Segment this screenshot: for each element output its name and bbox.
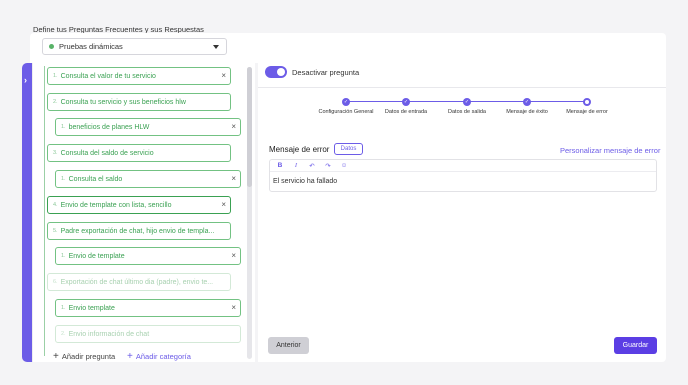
question-item[interactable]: 2. Envio información de chat <box>55 325 241 343</box>
question-number: 1. <box>53 73 58 79</box>
close-icon[interactable]: × <box>231 303 236 312</box>
flow-select[interactable]: Pruebas dinámicas <box>42 38 227 55</box>
question-label: Padre exportación de chat, hijo envio de… <box>60 227 215 235</box>
question-item[interactable]: 4. Envio de template con lista, sencillo × <box>47 196 231 214</box>
step-complete-icon[interactable]: ✓ <box>523 98 531 106</box>
collapse-sidebar-handle[interactable]: › <box>22 63 32 362</box>
step-complete-icon[interactable]: ✓ <box>463 98 471 106</box>
question-item[interactable]: 3. Consulta del saldo de servicio <box>47 144 231 162</box>
close-icon[interactable]: × <box>221 200 226 209</box>
bold-icon[interactable]: B <box>276 162 284 169</box>
stepper-connector <box>346 101 406 102</box>
question-label: Envio información de chat <box>68 330 150 338</box>
question-item[interactable]: 1. Envio template × <box>55 299 241 317</box>
close-icon[interactable]: × <box>231 251 236 260</box>
question-label: Envio template <box>68 304 115 312</box>
save-button[interactable]: Guardar <box>614 337 657 354</box>
chevron-right-icon: › <box>24 75 27 85</box>
header-divider <box>258 87 666 88</box>
question-label: Consulta del saldo de servicio <box>60 149 154 157</box>
question-label: beneficios de planes HLW <box>68 123 150 131</box>
stepper-connector <box>527 101 587 102</box>
question-label: Consulta tu servicio y sus beneficios hl… <box>60 98 186 106</box>
error-message-editor[interactable]: B I ↶ ↷ ☺ El servicio ha fallado <box>269 159 657 192</box>
question-item[interactable]: 1. Envio de template × <box>55 247 241 265</box>
question-number: 1. <box>61 305 66 311</box>
step-label: Datos de entrada <box>384 109 428 115</box>
undo-icon[interactable]: ↶ <box>308 162 316 170</box>
status-dot <box>49 44 54 49</box>
question-item[interactable]: 1. Consulta el saldo × <box>55 170 241 188</box>
question-item[interactable]: 1. Consulta el valor de tu servicio × <box>47 67 231 85</box>
question-number: 2. <box>53 99 58 105</box>
plus-icon: + <box>53 351 59 362</box>
datos-button[interactable]: Datos <box>334 143 363 155</box>
question-number: 1. <box>61 176 66 182</box>
question-number: 1. <box>61 253 66 259</box>
question-number: 2. <box>61 331 66 337</box>
editor-panel <box>258 63 666 362</box>
step-complete-icon[interactable]: ✓ <box>342 98 350 106</box>
question-label: Consulta el valor de tu servicio <box>60 72 156 80</box>
question-number: 5. <box>53 228 58 234</box>
emoji-icon[interactable]: ☺ <box>340 162 348 169</box>
toggle-knob <box>277 68 285 76</box>
editor-toolbar: B I ↶ ↷ ☺ <box>270 160 656 172</box>
step-label: Mensaje de éxito <box>506 109 548 115</box>
flow-select-value: Pruebas dinámicas <box>59 42 123 51</box>
close-icon[interactable]: × <box>221 71 226 80</box>
add-category-button[interactable]: + Añadir categoría <box>127 351 191 362</box>
previous-button[interactable]: Anterior <box>268 337 309 354</box>
step-complete-icon[interactable]: ✓ <box>402 98 410 106</box>
customize-error-link[interactable]: Personalizar mensaje de error <box>560 146 660 155</box>
scrollbar-thumb[interactable] <box>247 67 252 187</box>
close-icon[interactable]: × <box>231 174 236 183</box>
question-label: Exportación de chat último dia (padre), … <box>60 278 214 286</box>
add-question-label: Añadir pregunta <box>61 352 116 361</box>
question-item[interactable]: 6. Exportación de chat último dia (padre)… <box>47 273 231 291</box>
italic-icon[interactable]: I <box>292 162 300 169</box>
chevron-down-icon <box>213 45 219 49</box>
stepper-connector <box>467 101 527 102</box>
question-label: Consulta el saldo <box>68 175 123 183</box>
tree-connector-line <box>44 66 45 356</box>
step-label: Datos de salida <box>448 109 486 115</box>
question-number: 1. <box>61 124 66 130</box>
error-message-title: Mensaje de error <box>269 145 330 154</box>
question-number: 4. <box>53 202 58 208</box>
stepper-connector <box>406 101 467 102</box>
redo-icon[interactable]: ↷ <box>324 162 332 170</box>
question-item[interactable]: 1. beneficios de planes HLW × <box>55 118 241 136</box>
question-item[interactable]: 2. Consulta tu servicio y sus beneficios … <box>47 93 231 111</box>
plus-icon: + <box>127 351 133 362</box>
questions-scrollbar[interactable] <box>247 67 252 359</box>
editor-text[interactable]: El servicio ha fallado <box>270 172 656 185</box>
step-label: Configuración General <box>318 109 374 115</box>
add-question-button[interactable]: + Añadir pregunta <box>53 351 115 362</box>
question-number: 3. <box>53 150 58 156</box>
question-label: Envio de template con lista, sencillo <box>60 201 172 209</box>
question-number: 6. <box>53 279 58 285</box>
step-current-icon[interactable] <box>583 98 591 106</box>
close-icon[interactable]: × <box>231 122 236 131</box>
question-item[interactable]: 5. Padre exportación de chat, hijo envio … <box>47 222 231 240</box>
question-label: Envio de template <box>68 252 125 260</box>
step-label: Mensaje de error <box>566 109 608 115</box>
toggle-label: Desactivar pregunta <box>292 68 360 77</box>
deactivate-question-toggle[interactable] <box>265 66 287 78</box>
add-category-label: Añadir categoría <box>135 352 191 361</box>
